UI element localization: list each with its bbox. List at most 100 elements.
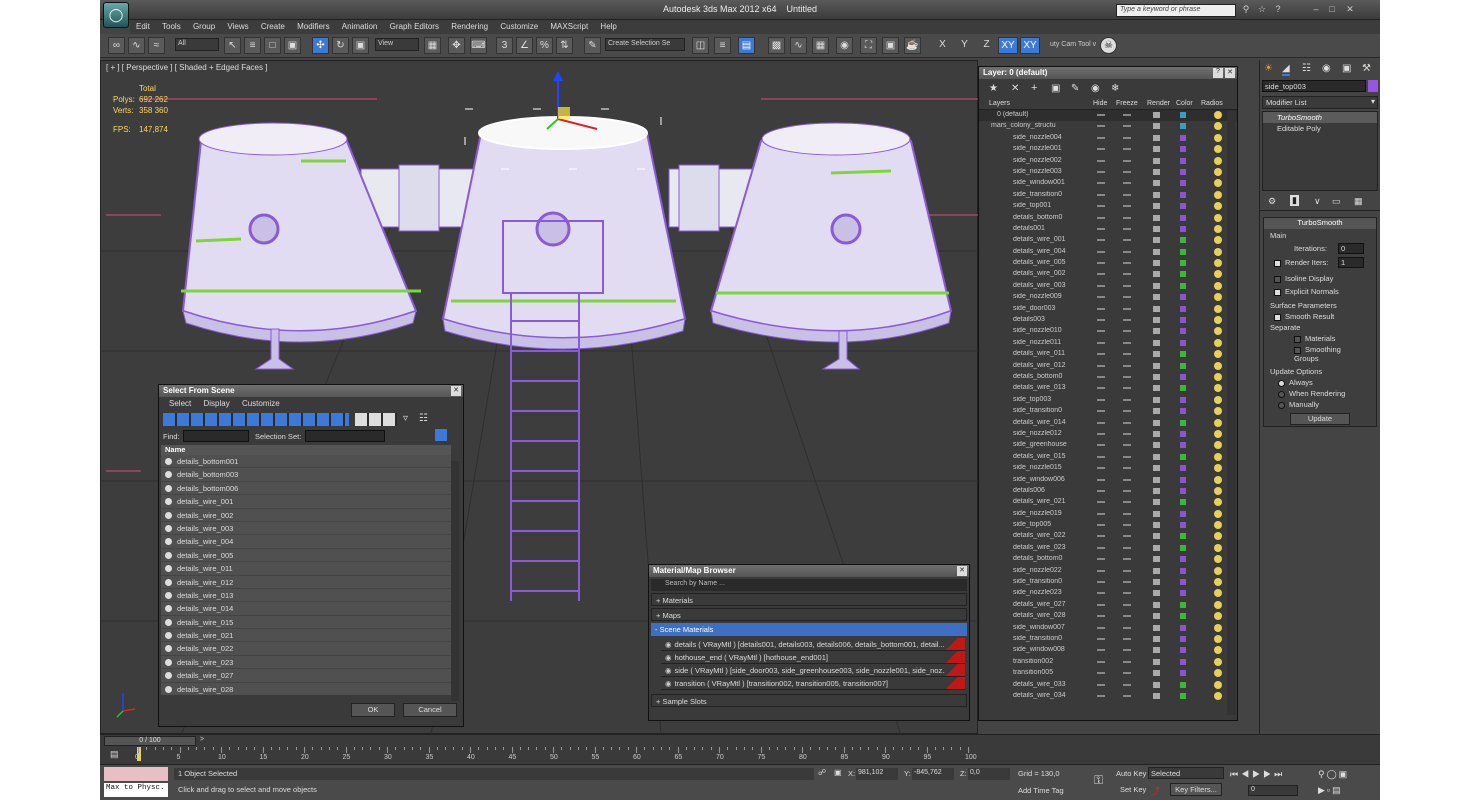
layer-color-swatch[interactable]: [1180, 282, 1186, 289]
radiosity-icon[interactable]: [1214, 646, 1222, 655]
hide-toggle[interactable]: [1097, 569, 1105, 572]
layer-row[interactable]: transition005: [979, 668, 1237, 679]
hide-toggle[interactable]: [1097, 672, 1105, 675]
freeze-toggle[interactable]: [1123, 410, 1131, 413]
add-time-tag[interactable]: Add Time Tag: [1018, 786, 1064, 795]
layer-color-swatch[interactable]: [1180, 260, 1186, 267]
render-teapot-icon[interactable]: [1153, 362, 1160, 369]
render-teapot-icon[interactable]: [1153, 476, 1160, 483]
layer-row[interactable]: side_nozzle001: [979, 144, 1237, 155]
radiosity-icon[interactable]: [1214, 475, 1222, 484]
radiosity-icon[interactable]: [1214, 122, 1222, 131]
layer-color-swatch[interactable]: [1180, 191, 1186, 198]
render-teapot-icon[interactable]: [1153, 191, 1160, 198]
layer-color-swatch[interactable]: [1180, 533, 1186, 540]
radiosity-icon[interactable]: [1214, 691, 1222, 700]
separate-materials-checkbox[interactable]: [1294, 335, 1301, 343]
maximize-icon[interactable]: □: [1326, 3, 1338, 15]
layer-row[interactable]: details_wire_011: [979, 349, 1237, 360]
layer-row[interactable]: side_window008: [979, 645, 1237, 656]
layer-color-swatch[interactable]: [1180, 203, 1186, 210]
render-production-icon[interactable]: ☕: [904, 37, 921, 54]
render-teapot-icon[interactable]: [1153, 271, 1160, 278]
window-crossing-icon[interactable]: ▣: [284, 37, 301, 54]
layer-row[interactable]: side_nozzle022: [979, 566, 1237, 577]
layer-row[interactable]: side_nozzle009: [979, 292, 1237, 303]
layer-row[interactable]: side_nozzle004: [979, 133, 1237, 144]
freeze-toggle[interactable]: [1123, 387, 1131, 390]
layer-row[interactable]: side_nozzle012: [979, 429, 1237, 440]
layer-color-swatch[interactable]: [1180, 248, 1186, 255]
radiosity-icon[interactable]: [1214, 372, 1222, 381]
utilities-tab-icon[interactable]: ⚒: [1362, 63, 1371, 74]
render-teapot-icon[interactable]: [1153, 624, 1160, 631]
hide-toggle[interactable]: [1097, 512, 1105, 515]
freeze-toggle[interactable]: [1123, 341, 1131, 344]
freeze-toggle[interactable]: [1123, 216, 1131, 219]
layer-row[interactable]: details_wire_003: [979, 281, 1237, 292]
freeze-toggle[interactable]: [1123, 398, 1131, 401]
list-options-icons[interactable]: [355, 413, 397, 426]
layer-row[interactable]: details_bottom0: [979, 213, 1237, 224]
freeze-toggle[interactable]: [1123, 683, 1131, 686]
layer-scrollbar[interactable]: [1227, 111, 1236, 715]
radiosity-icon[interactable]: [1214, 327, 1222, 336]
render-teapot-icon[interactable]: [1153, 294, 1160, 301]
star-icon[interactable]: ☆: [1256, 3, 1268, 15]
radiosity-icon[interactable]: [1214, 145, 1222, 154]
scene-object-item[interactable]: details_wire_005: [161, 549, 451, 563]
layer-row[interactable]: 0 (default): [979, 110, 1237, 122]
layer-row[interactable]: details003: [979, 315, 1237, 326]
layer-color-swatch[interactable]: [1180, 465, 1186, 472]
hide-toggle[interactable]: [1097, 546, 1105, 549]
radiosity-icon[interactable]: [1214, 247, 1222, 256]
layer-row[interactable]: side_window007: [979, 623, 1237, 634]
radiosity-icon[interactable]: [1214, 213, 1222, 222]
absolute-mode-icon[interactable]: ▣: [834, 768, 842, 777]
radiosity-icon[interactable]: [1214, 623, 1222, 632]
freeze-toggle[interactable]: [1123, 148, 1131, 151]
script-toolbar-label[interactable]: uty Cam Tool v: [1050, 41, 1096, 48]
explicit-normals-checkbox[interactable]: [1274, 288, 1281, 296]
layer-color-swatch[interactable]: [1180, 658, 1186, 665]
radiosity-icon[interactable]: [1214, 224, 1222, 233]
layer-color-swatch[interactable]: [1180, 168, 1186, 175]
viewport-navigation-icons[interactable]: ⚲◯▣: [1318, 769, 1349, 780]
layer-color-swatch[interactable]: [1180, 385, 1186, 392]
column-layers[interactable]: Layers: [989, 100, 1010, 107]
layer-row[interactable]: details_wire_021: [979, 497, 1237, 508]
edit-named-selection-icon[interactable]: ✎: [584, 37, 601, 54]
radiosity-icon[interactable]: [1214, 395, 1222, 404]
radiosity-icon[interactable]: [1214, 202, 1222, 211]
snaps-toggle-icon[interactable]: 3: [496, 37, 513, 54]
layer-row[interactable]: side_nozzle011: [979, 338, 1237, 349]
help-search-input[interactable]: Type a keyword or phrase: [1116, 4, 1236, 17]
select-object-icon[interactable]: ↖: [224, 37, 241, 54]
radiosity-icon[interactable]: [1214, 338, 1222, 347]
axis-y-button[interactable]: Y: [956, 37, 973, 54]
freeze-toggle[interactable]: [1123, 262, 1131, 265]
scene-object-item[interactable]: details_wire_027: [161, 669, 451, 683]
layer-row[interactable]: side_nozzle019: [979, 509, 1237, 520]
hide-toggle[interactable]: [1097, 467, 1105, 470]
maxscript-mini-listener[interactable]: Max to Physc.: [104, 783, 168, 797]
radiosity-icon[interactable]: [1214, 270, 1222, 279]
hide-toggle[interactable]: [1097, 273, 1105, 276]
layer-color-swatch[interactable]: [1180, 408, 1186, 415]
render-teapot-icon[interactable]: [1153, 613, 1160, 620]
layer-color-swatch[interactable]: [1180, 567, 1186, 574]
hide-toggle[interactable]: [1097, 421, 1105, 424]
render-teapot-icon[interactable]: [1153, 499, 1160, 506]
freeze-toggle[interactable]: [1123, 512, 1131, 515]
materials-section[interactable]: + Materials: [651, 593, 967, 606]
layer-row[interactable]: side_nozzle002: [979, 156, 1237, 167]
radiosity-icon[interactable]: [1214, 407, 1222, 416]
select-rotate-icon[interactable]: ↻: [332, 37, 349, 54]
update-rendering-radio[interactable]: [1278, 390, 1285, 398]
scene-material-item[interactable]: ◉ transition ( VRayMtl ) [transition002, …: [661, 677, 965, 690]
scene-object-list[interactable]: details_bottom001 details_bottom003 detail…: [161, 455, 451, 695]
menu-create[interactable]: Create: [261, 20, 285, 33]
name-column-header[interactable]: Name: [161, 445, 451, 455]
hide-toggle[interactable]: [1097, 694, 1105, 697]
layer-row[interactable]: side_nozzle010: [979, 326, 1237, 337]
